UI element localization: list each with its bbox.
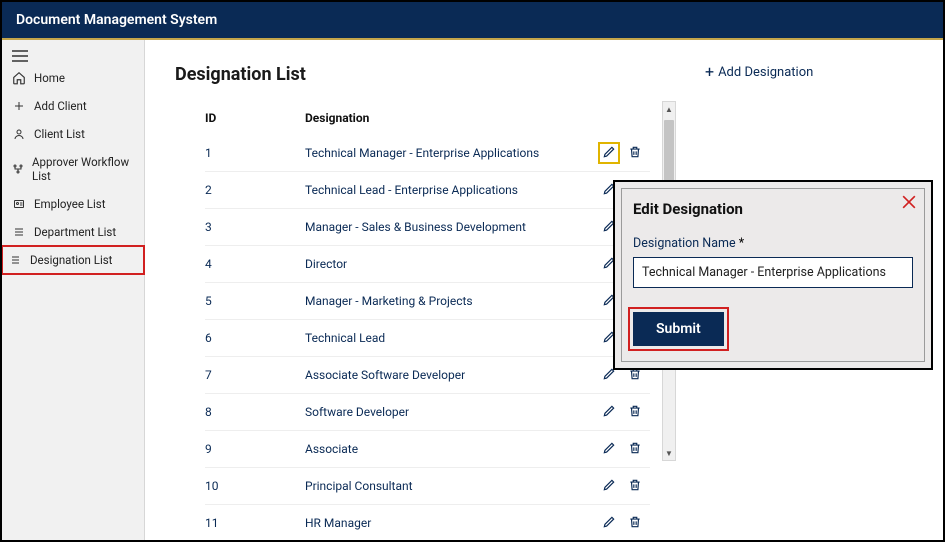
cell-designation: Technical Lead - Enterprise Applications (305, 183, 590, 197)
cell-designation: Technical Manager - Enterprise Applicati… (305, 146, 590, 160)
table-row: 11HR Manager (205, 505, 650, 542)
app-body: Home Add Client Client List Approver Wor… (2, 40, 943, 540)
add-designation-button[interactable]: + Add Designation (705, 64, 813, 80)
pencil-icon (602, 145, 616, 162)
modal-title: Edit Designation (633, 200, 913, 218)
sidebar-item-label: Department List (34, 225, 116, 239)
plus-icon (12, 99, 26, 113)
cell-id: 11 (205, 516, 305, 530)
hamburger-button[interactable] (2, 44, 144, 64)
submit-highlight: Submit (633, 312, 724, 346)
cell-id: 10 (205, 479, 305, 493)
cell-id: 8 (205, 405, 305, 419)
delete-button[interactable] (626, 440, 644, 458)
list-icon (12, 225, 26, 239)
scroll-down-arrow-icon[interactable]: ▼ (663, 446, 675, 460)
cell-id: 4 (205, 257, 305, 271)
column-header-designation: Designation (305, 111, 590, 125)
cell-id: 5 (205, 294, 305, 308)
app-header: Document Management System (2, 2, 943, 40)
edit-designation-modal: Edit Designation Designation Name * Subm… (613, 180, 933, 370)
sidebar: Home Add Client Client List Approver Wor… (2, 40, 145, 540)
plus-icon: + (705, 64, 714, 80)
sidebar-item-label: Home (34, 71, 65, 85)
delete-button[interactable] (626, 403, 644, 421)
app-title: Document Management System (16, 12, 217, 28)
trash-icon (628, 145, 642, 162)
delete-button[interactable] (626, 514, 644, 532)
close-button[interactable] (899, 192, 919, 212)
sidebar-item-label: Employee List (34, 197, 105, 211)
submit-button[interactable]: Submit (633, 312, 724, 346)
trash-icon (628, 478, 642, 495)
edit-button[interactable] (600, 144, 618, 162)
table-row: 10Principal Consultant (205, 468, 650, 505)
delete-button[interactable] (626, 144, 644, 162)
cell-designation: Director (305, 257, 590, 271)
cell-designation: Associate Software Developer (305, 368, 590, 382)
main-content: Designation List + Add Designation ID De… (145, 40, 943, 540)
cell-id: 1 (205, 146, 305, 160)
close-icon (899, 192, 919, 212)
designation-name-field[interactable] (633, 257, 913, 288)
list-icon (8, 253, 22, 267)
cell-id: 3 (205, 220, 305, 234)
sidebar-item-label: Approver Workflow List (32, 155, 134, 183)
pencil-icon (602, 441, 616, 458)
pencil-icon (602, 515, 616, 532)
table-row: 8Software Developer (205, 394, 650, 431)
table-row: 6Technical Lead (205, 320, 650, 357)
sidebar-item-label: Add Client (34, 99, 87, 113)
cell-designation: Principal Consultant (305, 479, 590, 493)
cell-designation: Software Developer (305, 405, 590, 419)
edit-button[interactable] (600, 403, 618, 421)
edit-button[interactable] (600, 477, 618, 495)
app-frame: Document Management System Home Add Clie… (0, 0, 945, 542)
trash-icon (628, 515, 642, 532)
table-header: ID Designation (205, 101, 650, 135)
cell-id: 7 (205, 368, 305, 382)
delete-button[interactable] (626, 477, 644, 495)
cell-id: 2 (205, 183, 305, 197)
add-designation-label: Add Designation (718, 65, 813, 80)
table-row: 1Technical Manager - Enterprise Applicat… (205, 135, 650, 172)
table-row: 4Director (205, 246, 650, 283)
pencil-icon (602, 404, 616, 421)
trash-icon (628, 441, 642, 458)
sidebar-item-department-list[interactable]: Department List (2, 218, 144, 246)
designation-table: ID Designation 1Technical Manager - Ente… (205, 101, 650, 542)
sidebar-item-home[interactable]: Home (2, 64, 144, 92)
table-body: 1Technical Manager - Enterprise Applicat… (205, 135, 650, 542)
pencil-icon (602, 478, 616, 495)
sidebar-item-label: Client List (34, 127, 85, 141)
sidebar-item-employee-list[interactable]: Employee List (2, 190, 144, 218)
table-row: 9Associate (205, 431, 650, 468)
home-icon (12, 71, 26, 85)
id-card-icon (12, 197, 26, 211)
sidebar-item-designation-list[interactable]: Designation List (2, 246, 144, 274)
cell-id: 6 (205, 331, 305, 345)
table-row: 7Associate Software Developer (205, 357, 650, 394)
cell-designation: Technical Lead (305, 331, 590, 345)
cell-designation: Manager - Sales & Business Development (305, 220, 590, 234)
table-row: 5Manager - Marketing & Projects (205, 283, 650, 320)
sidebar-item-approver-workflow[interactable]: Approver Workflow List (2, 148, 144, 190)
column-header-id: ID (205, 111, 305, 125)
person-icon (12, 127, 26, 141)
sidebar-item-client-list[interactable]: Client List (2, 120, 144, 148)
trash-icon (628, 404, 642, 421)
cell-designation: HR Manager (305, 516, 590, 530)
edit-button[interactable] (600, 514, 618, 532)
cell-designation: Manager - Marketing & Projects (305, 294, 590, 308)
field-label: Designation Name * (633, 236, 913, 251)
table-row: 3Manager - Sales & Business Development (205, 209, 650, 246)
table-row: 2Technical Lead - Enterprise Application… (205, 172, 650, 209)
sidebar-item-label: Designation List (30, 253, 112, 267)
sidebar-item-add-client[interactable]: Add Client (2, 92, 144, 120)
cell-id: 9 (205, 442, 305, 456)
cell-designation: Associate (305, 442, 590, 456)
workflow-icon (12, 162, 24, 176)
scroll-up-arrow-icon[interactable]: ▲ (663, 102, 675, 116)
edit-button[interactable] (600, 440, 618, 458)
